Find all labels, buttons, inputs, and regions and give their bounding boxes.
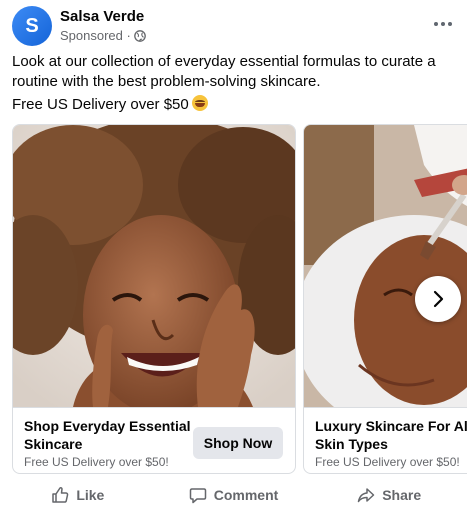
card-1-subtitle: Free US Delivery over $50! <box>24 455 169 469</box>
grinning-face-emoji-icon <box>191 95 208 111</box>
card-2-body: Luxury Skincare For All Skin Types Free … <box>304 407 467 473</box>
share-arrow-icon <box>357 487 375 502</box>
thumbs-up-icon <box>52 486 69 503</box>
card-2-title[interactable]: Luxury Skincare For All Skin Types <box>315 417 467 453</box>
facial-mask-treatment-photo[interactable] <box>304 125 467 407</box>
like-button[interactable]: Like <box>0 478 156 511</box>
more-options-icon[interactable] <box>431 14 455 34</box>
sponsored-row: Sponsored · <box>60 28 146 43</box>
shop-now-button[interactable]: Shop Now <box>193 427 283 459</box>
avatar[interactable]: S <box>12 6 52 46</box>
comment-icon <box>189 487 206 503</box>
card-1-body: Shop Everyday Essential Skincare Free US… <box>13 407 295 473</box>
share-label: Share <box>382 486 422 503</box>
sponsored-label[interactable]: Sponsored · <box>60 28 131 43</box>
globe-icon <box>133 29 146 42</box>
smiling-woman-illustration <box>13 125 295 407</box>
delivery-text: Free US Delivery over $50 <box>12 96 189 113</box>
like-label: Like <box>76 486 105 503</box>
facial-treatment-illustration <box>304 125 467 407</box>
post-caption: Look at our collection of everyday essen… <box>12 53 436 90</box>
comment-button[interactable]: Comment <box>156 478 312 511</box>
carousel-next-button[interactable] <box>415 276 461 322</box>
comment-label: Comment <box>213 486 279 503</box>
carousel-card-1[interactable]: Shop Everyday Essential Skincare Free US… <box>12 124 296 474</box>
share-button[interactable]: Share <box>311 478 467 511</box>
card-2-subtitle: Free US Delivery over $50! <box>315 455 460 469</box>
chevron-right-icon <box>433 290 444 308</box>
avatar-letter: S <box>25 14 39 37</box>
post-action-bar: Like Comment Share <box>0 478 467 511</box>
smiling-woman-photo[interactable] <box>13 125 295 407</box>
post-header: S Salsa Verde Sponsored · <box>12 6 455 46</box>
page-name[interactable]: Salsa Verde <box>60 8 144 25</box>
ad-carousel: Shop Everyday Essential Skincare Free US… <box>12 124 467 476</box>
delivery-line: Free US Delivery over $50 <box>12 95 208 115</box>
card-1-title[interactable]: Shop Everyday Essential Skincare <box>24 417 194 453</box>
